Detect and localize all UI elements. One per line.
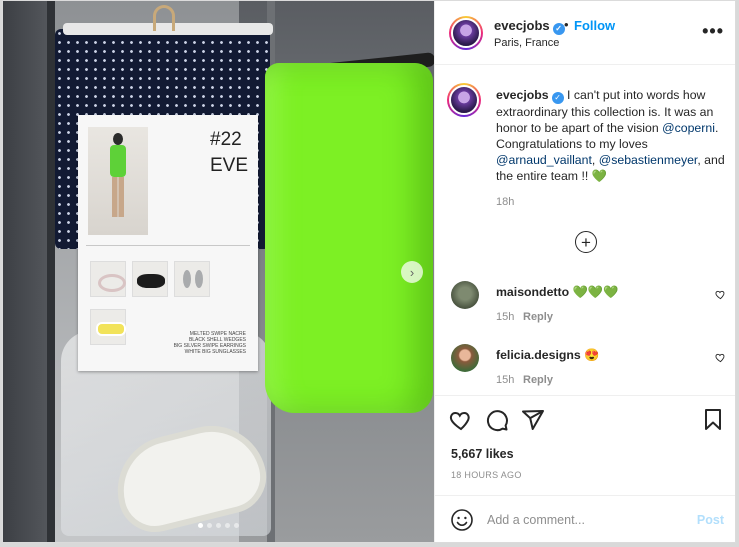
- card-divider: [86, 245, 250, 246]
- model-legs: [112, 177, 124, 217]
- comment-username[interactable]: maisondetto 💚💚💚: [496, 285, 618, 300]
- heart-icon[interactable]: [449, 408, 473, 432]
- author-username-text[interactable]: evecjobs: [494, 18, 550, 33]
- comment-text: 💚💚💚: [569, 285, 619, 299]
- mention-link[interactable]: @coperni: [662, 121, 715, 135]
- comment-username[interactable]: felicia.designs 😍: [496, 348, 599, 363]
- caption-part: ,: [591, 153, 599, 167]
- carousel-dot: [198, 523, 203, 528]
- carousel-dot: [234, 523, 239, 528]
- comment-username-text[interactable]: maisondetto: [496, 285, 569, 299]
- accessory-bracelet: [90, 261, 126, 297]
- caption-avatar[interactable]: [447, 83, 481, 117]
- comment-item: maisondetto 💚💚💚 15h Reply: [435, 281, 735, 331]
- comments-area[interactable]: evecjobs ✓ I can't put into words how ext…: [435, 65, 735, 395]
- comment-input[interactable]: [487, 510, 687, 530]
- comment-time[interactable]: 15h: [496, 374, 514, 386]
- caption-time[interactable]: 18h: [496, 196, 514, 208]
- likes-count[interactable]: 5,667 likes: [451, 447, 514, 461]
- carousel-dots: [198, 523, 239, 528]
- follow-button[interactable]: Follow: [574, 18, 615, 33]
- comment-time[interactable]: 15h: [496, 311, 514, 323]
- avatar-image: [451, 18, 481, 48]
- post-location[interactable]: Paris, France: [494, 37, 559, 49]
- comment-composer: Post: [435, 495, 735, 542]
- comment-avatar[interactable]: [451, 281, 479, 309]
- model-top: [110, 145, 126, 177]
- look-name: EVE: [210, 155, 249, 176]
- look-photo: [88, 127, 148, 235]
- post-timestamp[interactable]: 18 HOURS AGO: [451, 470, 522, 480]
- verified-icon: ✓: [551, 92, 564, 104]
- caption-username[interactable]: evecjobs: [496, 88, 549, 102]
- load-more-icon[interactable]: +: [575, 231, 597, 253]
- post-side-panel: evecjobs ✓ • Follow Paris, France ••• eve…: [434, 1, 735, 542]
- carousel-dot: [207, 523, 212, 528]
- caption-text: evecjobs ✓ I can't put into words how ext…: [496, 87, 728, 184]
- post-actions: 5,667 likes 18 HOURS AGO: [435, 395, 735, 495]
- reply-button[interactable]: Reply: [523, 374, 553, 386]
- model-head: [113, 133, 123, 145]
- avatar[interactable]: [449, 16, 483, 50]
- carousel-dot: [216, 523, 221, 528]
- mention-link[interactable]: @arnaud_vaillant: [496, 153, 592, 167]
- look-notes: MELTED SWIPE NACRE BLACK SHELL WEDGES BI…: [136, 331, 246, 355]
- carousel-dot: [225, 523, 230, 528]
- accessory-sunglasses: [90, 309, 126, 345]
- look-card: #22 EVE MELTED SWIPE NACRE BLACK SHELL W…: [78, 115, 258, 371]
- comment-icon[interactable]: [485, 408, 509, 432]
- post-header: evecjobs ✓ • Follow Paris, France •••: [435, 1, 735, 65]
- carousel-next-icon[interactable]: ›: [401, 261, 423, 283]
- author-username[interactable]: evecjobs ✓: [494, 18, 565, 35]
- comment-heart-icon[interactable]: [715, 352, 726, 363]
- post-comment-button[interactable]: Post: [697, 513, 724, 527]
- comment-username-text[interactable]: felicia.designs: [496, 348, 581, 362]
- avatar-image: [449, 85, 479, 115]
- photo-wall: [3, 1, 49, 542]
- accessory-shoes: [132, 261, 168, 297]
- post-photo[interactable]: #22 EVE MELTED SWIPE NACRE BLACK SHELL W…: [3, 1, 434, 542]
- hanger-hook: [153, 5, 175, 31]
- green-bodysuit: [265, 63, 433, 413]
- share-icon[interactable]: [521, 408, 545, 432]
- clothing-rack-left: [47, 1, 55, 542]
- emoji-icon[interactable]: [450, 508, 474, 532]
- comment-heart-icon[interactable]: [715, 289, 726, 300]
- instagram-post-dialog: #22 EVE MELTED SWIPE NACRE BLACK SHELL W…: [2, 0, 736, 543]
- comment-text: 😍: [580, 348, 600, 362]
- header-separator: •: [564, 17, 569, 32]
- comment-item: felicia.designs 😍 15h Reply: [435, 344, 735, 394]
- more-icon[interactable]: •••: [702, 21, 724, 42]
- look-note: WHITE BIG SUNGLASSES: [184, 349, 246, 355]
- mention-link[interactable]: @sebastienmeyer: [599, 153, 698, 167]
- comment-avatar[interactable]: [451, 344, 479, 372]
- verified-icon: ✓: [552, 23, 565, 35]
- accessory-earrings: [174, 261, 210, 297]
- reply-button[interactable]: Reply: [523, 311, 553, 323]
- look-number: #22: [210, 129, 242, 150]
- bookmark-icon[interactable]: [701, 408, 725, 432]
